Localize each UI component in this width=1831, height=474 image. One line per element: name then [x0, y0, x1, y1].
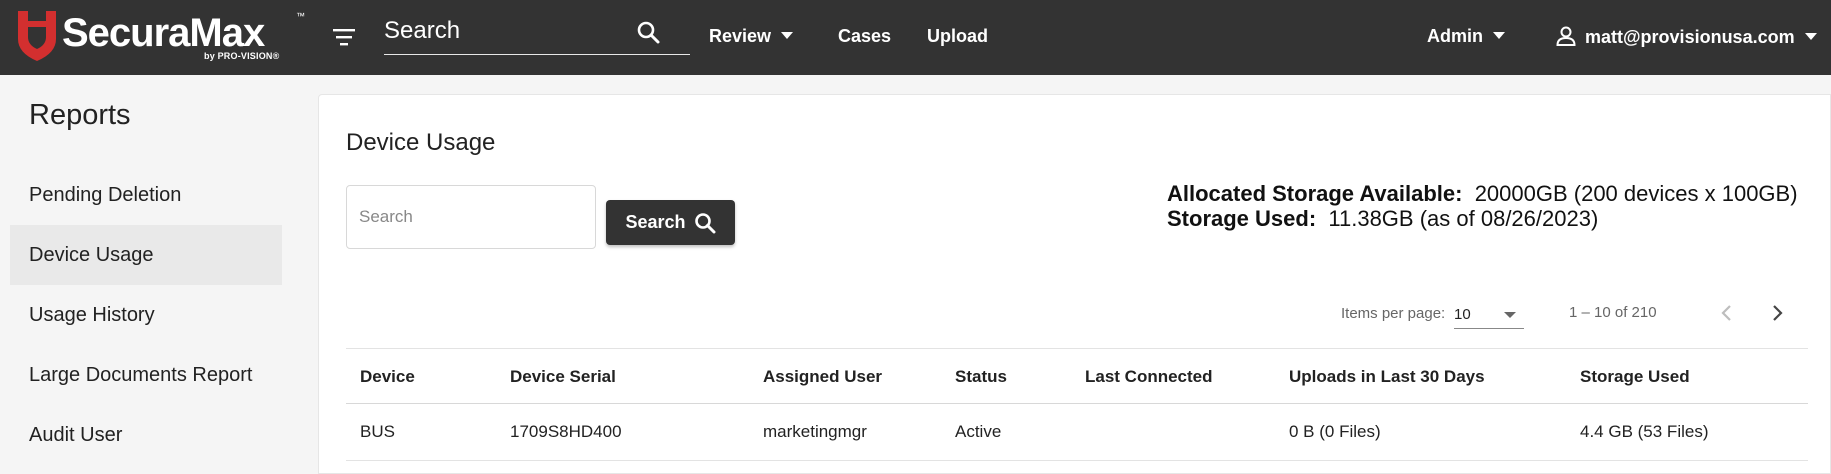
- items-per-page-value: 10: [1454, 306, 1471, 323]
- sidebar-item-usage-history[interactable]: Usage History: [10, 285, 282, 345]
- storage-summary: Allocated Storage Available: 20000GB (20…: [1167, 181, 1798, 231]
- global-search: [384, 10, 690, 55]
- logo-byline: by PRO-VISION®: [204, 51, 280, 61]
- allocated-storage-line: Allocated Storage Available: 20000GB (20…: [1167, 181, 1798, 206]
- column-header-device-serial[interactable]: Device Serial: [510, 367, 616, 387]
- storage-used-value: 11.38GB (as of 08/26/2023): [1328, 206, 1599, 231]
- search-button-label: Search: [625, 212, 686, 232]
- reports-sidebar: Reports Pending Deletion Device Usage Us…: [0, 75, 300, 462]
- next-page-icon[interactable]: [1764, 300, 1790, 326]
- device-search-input[interactable]: [346, 185, 596, 249]
- cell-uploads-last-30-days: 0 B (0 Files): [1289, 422, 1381, 441]
- chevron-down-icon: [1504, 312, 1516, 318]
- items-per-page-select[interactable]: 10: [1454, 299, 1524, 329]
- user-icon: [1556, 26, 1576, 46]
- page-title: Device Usage: [346, 129, 496, 156]
- logo-wordmark: SecuraMax: [62, 11, 265, 55]
- cell-storage-used: 4.4 GB (53 Files): [1580, 422, 1709, 441]
- nav-admin[interactable]: Admin: [1427, 25, 1505, 47]
- sidebar-item-large-documents-report[interactable]: Large Documents Report: [10, 345, 282, 405]
- filter-menu-icon[interactable]: [332, 26, 356, 48]
- chevron-down-icon: [781, 32, 794, 39]
- column-header-last-connected[interactable]: Last Connected: [1085, 367, 1213, 387]
- global-search-input[interactable]: [384, 14, 634, 48]
- sidebar-item-device-usage[interactable]: Device Usage: [10, 225, 282, 285]
- sidebar-item-audit-user[interactable]: Audit User: [10, 405, 282, 465]
- column-header-device[interactable]: Device: [360, 367, 415, 387]
- allocated-storage-value: 20000GB (200 devices x 100GB): [1474, 181, 1798, 206]
- search-icon: [694, 212, 716, 233]
- column-header-uploads-last-30-days[interactable]: Uploads in Last 30 Days: [1289, 367, 1485, 387]
- pagination-range: 1 – 10 of 210: [1569, 304, 1657, 321]
- storage-used-line: Storage Used: 11.38GB (as of 08/26/2023): [1167, 206, 1798, 231]
- allocated-storage-label: Allocated Storage Available:: [1167, 181, 1463, 206]
- user-email: matt@provisionusa.com: [1585, 27, 1795, 47]
- chevron-down-icon: [1804, 33, 1817, 40]
- logo-trademark: ™: [296, 11, 305, 21]
- device-usage-card: Device Usage Search Allocated Storage Av…: [318, 94, 1831, 474]
- search-button[interactable]: Search: [606, 200, 735, 245]
- cell-device-serial: 1709S8HD400: [510, 422, 622, 441]
- cell-assigned-user: marketingmgr: [763, 422, 867, 441]
- column-header-status[interactable]: Status: [955, 367, 1007, 387]
- previous-page-icon[interactable]: [1714, 300, 1740, 326]
- shield-logo-icon: [18, 11, 56, 61]
- nav-admin-label: Admin: [1427, 26, 1483, 46]
- column-header-storage-used[interactable]: Storage Used: [1580, 367, 1690, 387]
- nav-cases[interactable]: Cases: [838, 25, 891, 47]
- chevron-down-icon: [1493, 32, 1505, 39]
- cell-status: Active: [955, 422, 1002, 441]
- sidebar-item-pending-deletion[interactable]: Pending Deletion: [10, 165, 282, 225]
- sidebar-title: Reports: [29, 99, 131, 131]
- cell-device: BUS: [360, 422, 395, 441]
- securamax-logo[interactable]: SecuraMax ™ by PRO-VISION®: [14, 7, 305, 65]
- table-row[interactable]: BUS 1709S8HD400 marketingmgr Active 0 B …: [346, 404, 1808, 461]
- items-per-page-label: Items per page:: [1341, 305, 1446, 322]
- table-header: Device Device Serial Assigned User Statu…: [346, 348, 1808, 404]
- column-header-assigned-user[interactable]: Assigned User: [763, 367, 882, 387]
- nav-review-label: Review: [709, 26, 772, 46]
- top-app-bar: SecuraMax ™ by PRO-VISION® Review Cases …: [0, 0, 1831, 75]
- user-menu[interactable]: matt@provisionusa.com: [1555, 25, 1817, 48]
- storage-used-label: Storage Used:: [1167, 206, 1317, 231]
- nav-review[interactable]: Review: [709, 25, 794, 47]
- nav-upload[interactable]: Upload: [927, 25, 988, 47]
- search-icon[interactable]: [636, 20, 662, 46]
